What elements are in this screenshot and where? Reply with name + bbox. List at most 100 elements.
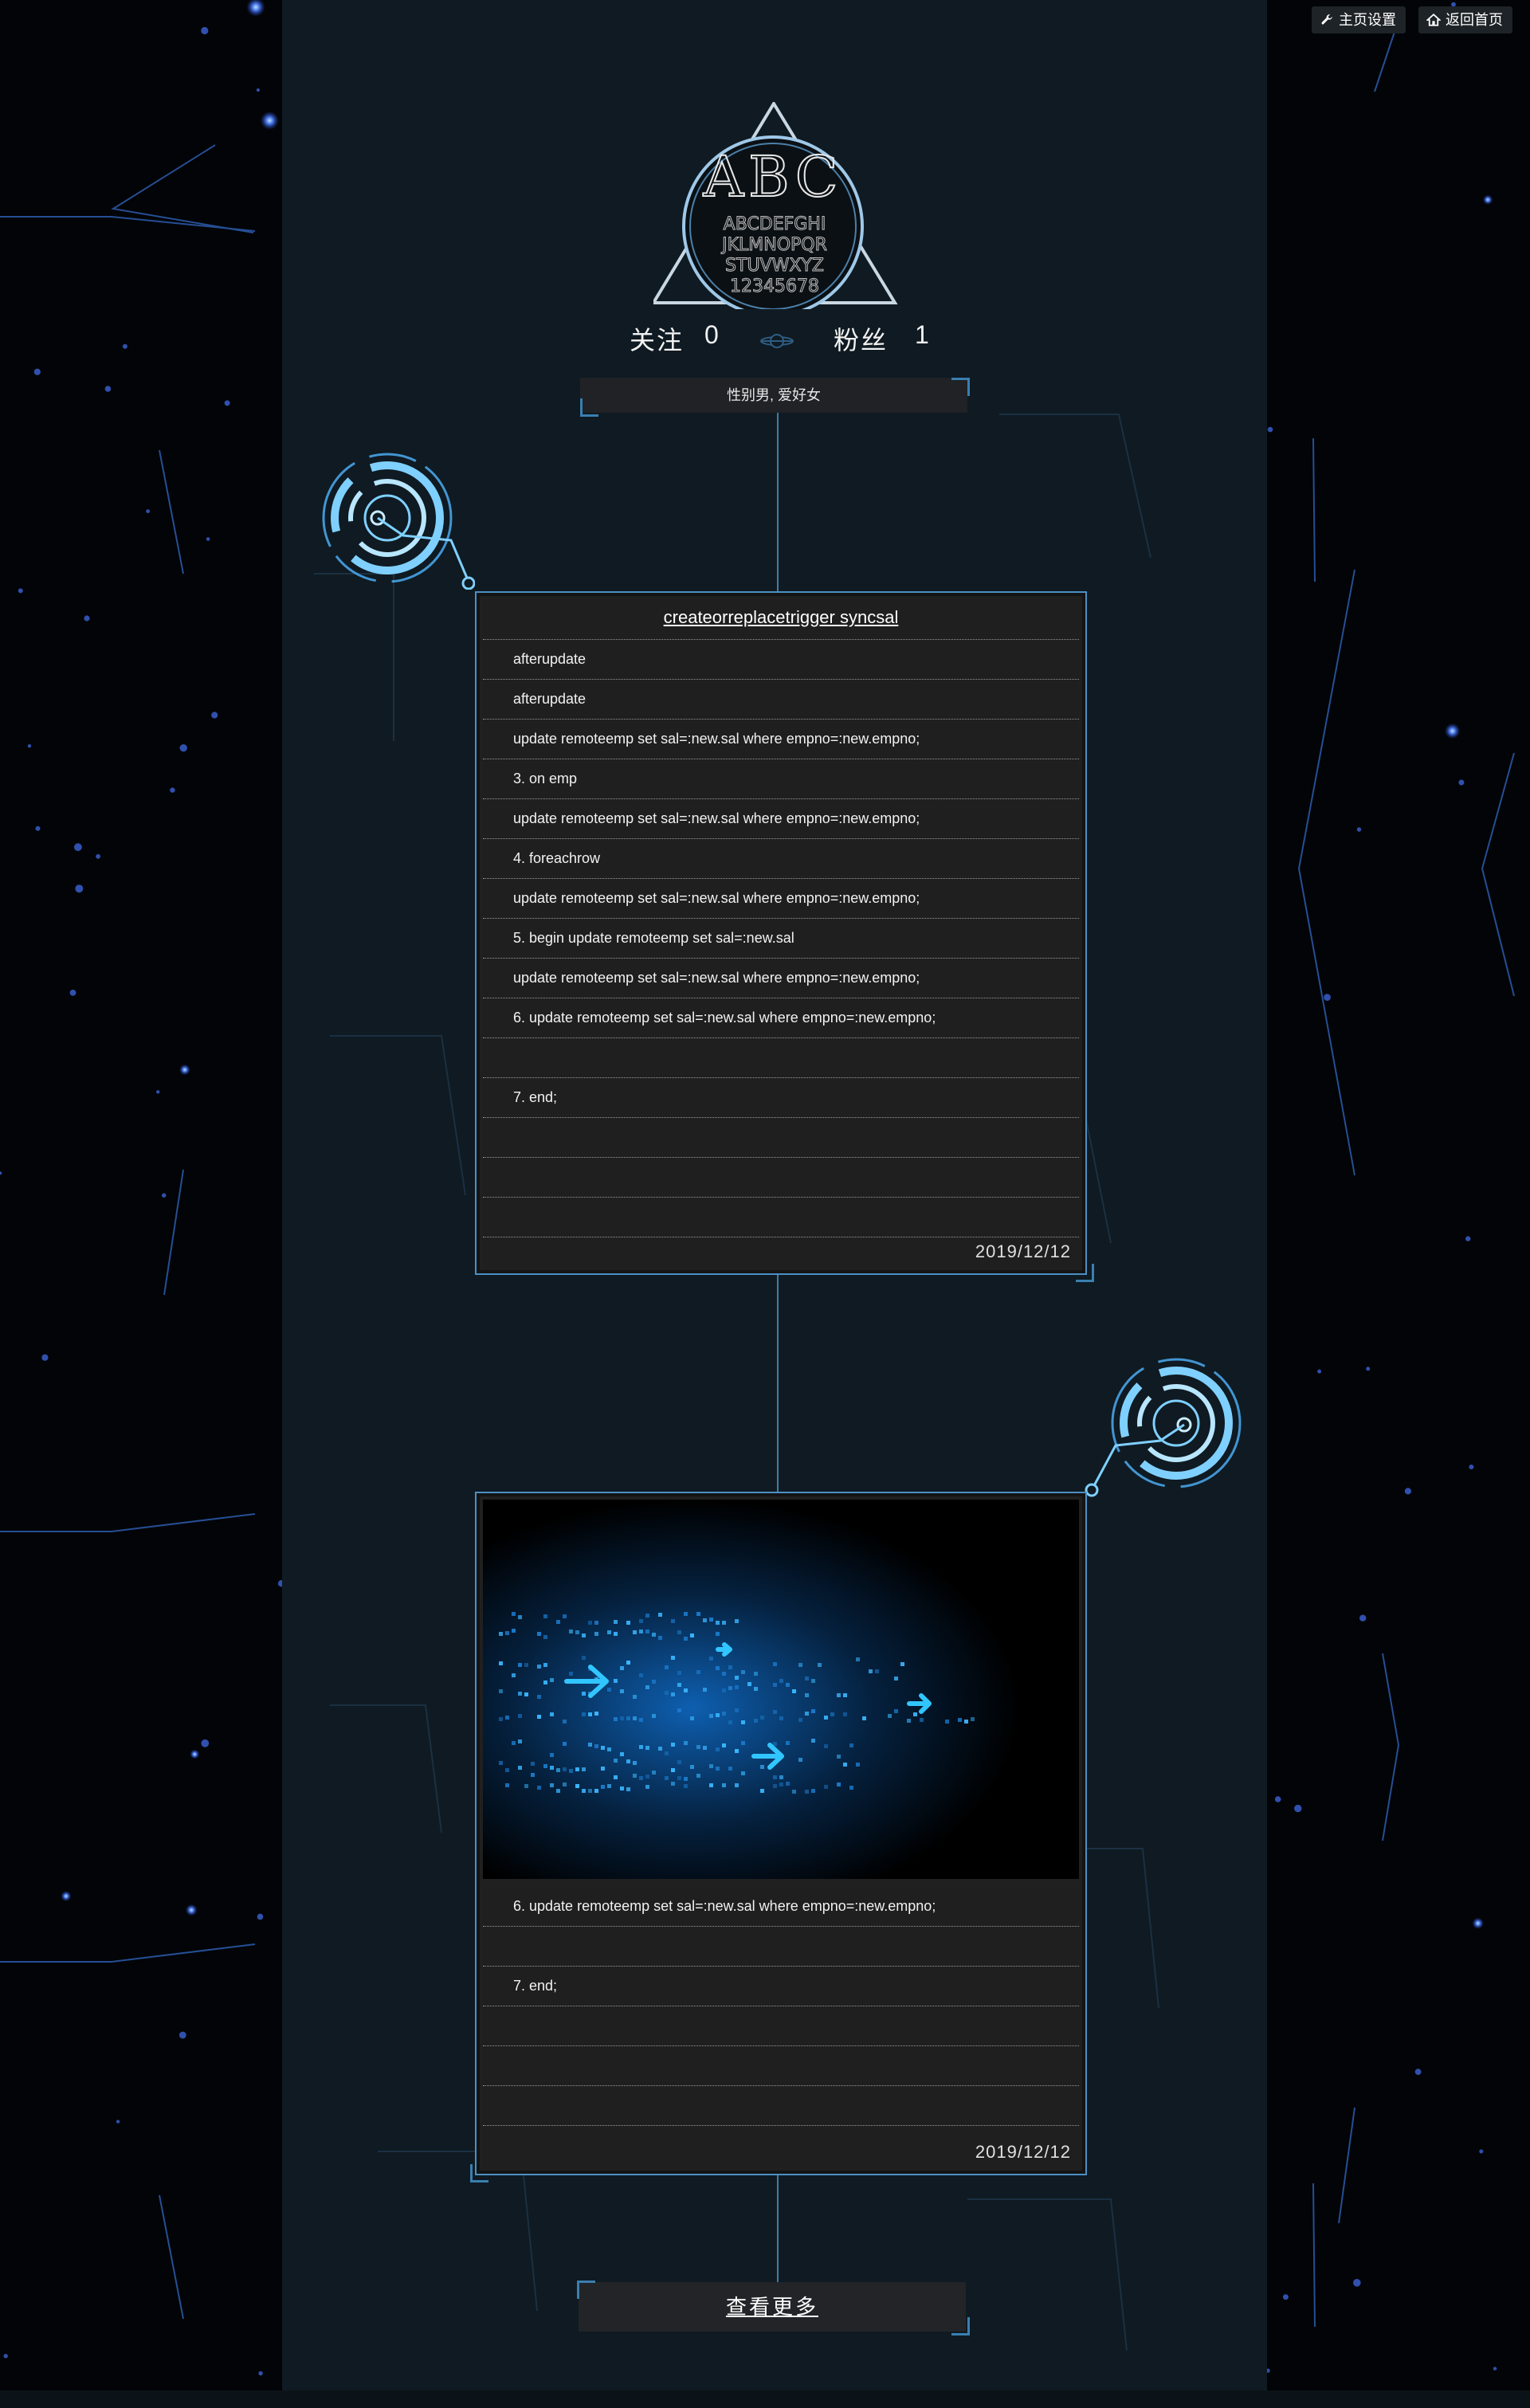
pixel: [556, 1620, 560, 1624]
post-title[interactable]: createorreplacetrigger syncsal: [483, 599, 1079, 640]
pixel: [760, 1765, 764, 1769]
home-button[interactable]: 返回首页: [1418, 6, 1512, 33]
post-line: update remoteemp set sal=:new.sal where …: [483, 799, 1079, 839]
pixel: [550, 1678, 554, 1682]
pixel: [588, 1743, 592, 1747]
star: [1356, 827, 1362, 832]
footer-bar: [0, 2390, 1530, 2408]
pixel: [792, 1790, 796, 1794]
pixel: [614, 1759, 618, 1763]
post-line: 6. update remoteemp set sal=:new.sal whe…: [483, 1887, 1079, 1927]
pixel: [531, 1762, 535, 1766]
pixel: [601, 1746, 605, 1750]
pixel: [652, 1680, 656, 1684]
pixel: [563, 1767, 567, 1771]
home-label: 返回首页: [1446, 12, 1503, 28]
pixel: [716, 1713, 720, 1717]
pixel: [716, 1747, 720, 1751]
pixel: [773, 1662, 777, 1666]
pixel: [913, 1712, 917, 1716]
pixel: [607, 1784, 611, 1788]
post-date: 2019/12/12: [975, 1241, 1071, 1261]
avatar[interactable]: ABC ABCDEFGHI JKLMNOPQR STUVWXYZ 1234567…: [650, 100, 900, 317]
pixel: [505, 1768, 509, 1772]
pixel: [524, 1784, 528, 1788]
pixel: [684, 1777, 688, 1781]
pixel: [690, 1633, 694, 1637]
post-card[interactable]: 6. update remoteemp set sal=:new.sal whe…: [475, 1492, 1087, 2175]
pixel: [735, 1685, 739, 1689]
planet-icon: [760, 334, 794, 348]
pixel: [626, 1621, 630, 1625]
pixel: [658, 1747, 662, 1751]
pixel: [518, 1692, 522, 1696]
pixel: [512, 1673, 516, 1677]
load-more-button[interactable]: 查看更多: [579, 2282, 966, 2332]
star: [260, 111, 280, 131]
pixel: [735, 1708, 739, 1712]
pixel: [805, 1677, 809, 1681]
post-image[interactable]: [483, 1500, 1079, 1879]
pixel: [524, 1663, 528, 1667]
pixel: [537, 1632, 541, 1636]
post-card[interactable]: createorreplacetrigger syncsal afterupda…: [475, 591, 1087, 1275]
pixel: [499, 1689, 503, 1693]
post-line: [483, 2086, 1079, 2126]
star: [1479, 2149, 1484, 2154]
pixel: [779, 1782, 783, 1786]
pixel: [830, 1712, 834, 1716]
pixel: [537, 1665, 541, 1669]
pixel: [964, 1720, 968, 1724]
pixel: [505, 1716, 509, 1720]
hud-dial-icon: [1085, 1358, 1242, 1497]
followers-count[interactable]: 1: [915, 320, 931, 350]
post-lines: 6. update remoteemp set sal=:new.sal whe…: [483, 1887, 1079, 2126]
pixel: [958, 1718, 962, 1722]
following-count[interactable]: 0: [704, 320, 720, 350]
pixel: [779, 1775, 783, 1779]
star: [1458, 779, 1465, 786]
pixel: [512, 1629, 516, 1633]
pixel: [499, 1717, 503, 1721]
pixel: [696, 1774, 700, 1778]
following-label[interactable]: 关注: [630, 320, 684, 357]
pixel: [601, 1785, 605, 1789]
star: [104, 386, 112, 392]
star: [1294, 1804, 1302, 1813]
pixel: [550, 1783, 554, 1787]
pixel: [862, 1716, 866, 1720]
pixel: [639, 1718, 643, 1722]
star: [1317, 1369, 1322, 1374]
pixel: [684, 1741, 688, 1745]
post-line: 6. update remoteemp set sal=:new.sal whe…: [483, 998, 1079, 1038]
pixel: [524, 1692, 528, 1696]
pixel: [741, 1670, 745, 1674]
pixel: [722, 1783, 726, 1787]
pixel: [741, 1741, 745, 1745]
star: [1267, 426, 1273, 433]
pixel: [633, 1761, 637, 1765]
pixel: [837, 1755, 841, 1759]
pixel: [856, 1657, 860, 1661]
pixel: [849, 1786, 853, 1790]
settings-button[interactable]: 主页设置: [1312, 6, 1406, 33]
pixel: [550, 1766, 554, 1770]
pixel: [684, 1784, 688, 1788]
more-corner-tl: [577, 2281, 595, 2299]
post-line: afterupdate: [483, 640, 1079, 680]
pixel: [671, 1782, 675, 1786]
pixel: [849, 1743, 853, 1747]
pixel: [575, 1630, 579, 1634]
timeline-line: [777, 1273, 779, 1492]
pixel: [645, 1685, 649, 1689]
followers-label[interactable]: 粉丝: [834, 320, 888, 357]
pixel: [684, 1612, 688, 1616]
pixel: [735, 1749, 739, 1753]
pixel: [582, 1712, 586, 1716]
pixel: [569, 1769, 573, 1773]
pixel: [594, 1712, 598, 1716]
post-line: 7. end;: [483, 1967, 1079, 2006]
pixel: [735, 1676, 739, 1680]
pixel: [811, 1679, 815, 1683]
star: [116, 2120, 120, 2124]
